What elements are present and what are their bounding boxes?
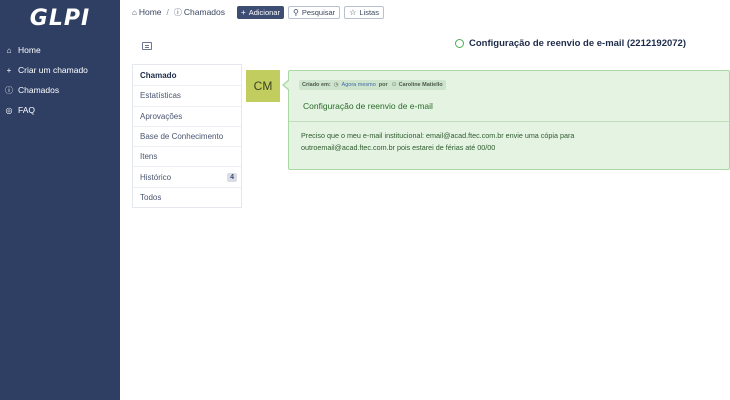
created-meta: Criado em: ◷ Agora mesmo por ⚇ Caroline …	[299, 80, 446, 90]
sidebar: GLPI ⌂ Home + Criar um chamado ⓘ Chamado…	[0, 0, 120, 400]
add-button[interactable]: + Adicionar	[237, 5, 284, 19]
breadcrumb-separator: /	[166, 7, 169, 17]
created-label: Criado em:	[302, 82, 331, 88]
info-circle-icon: ⓘ	[5, 85, 13, 95]
lists-button[interactable]: ☆ Listas	[344, 5, 384, 19]
search-icon: ⚲	[292, 7, 299, 17]
tab-label: Todos	[140, 192, 162, 202]
count-badge: 4	[227, 172, 237, 182]
user-icon: ⚇	[391, 82, 397, 88]
breadcrumb-home[interactable]: Home	[139, 7, 162, 17]
add-button-label: Adicionar	[248, 7, 280, 17]
clock-icon: ◷	[333, 82, 339, 88]
main-content: Configuração de reenvio de e-mail (22121…	[120, 24, 730, 400]
sidebar-item-label: Chamados	[18, 85, 60, 95]
search-button[interactable]: ⚲ Pesquisar	[287, 5, 341, 19]
sidebar-item-label: FAQ	[18, 105, 36, 115]
body-line: Preciso que o meu e-mail institucional: …	[301, 131, 575, 140]
followup-title: Configuração de reenvio de e-mail	[303, 101, 433, 111]
tab-todos[interactable]: Todos	[133, 186, 241, 207]
info-circle-icon: ⓘ	[173, 7, 182, 17]
lifebuoy-icon: ◎	[5, 105, 13, 115]
tab-label: Aprovações	[140, 111, 183, 121]
tab-label: Histórico	[140, 172, 172, 182]
toggle-panel-icon[interactable]	[142, 42, 152, 50]
plus-icon: +	[6, 65, 12, 75]
followup-body: Preciso que o meu e-mail institucional: …	[301, 130, 721, 154]
home-icon: ⌂	[132, 7, 137, 17]
lists-button-label: Listas	[359, 7, 379, 17]
created-when[interactable]: Agora mesmo	[342, 82, 376, 88]
avatar: CM	[246, 70, 280, 102]
breadcrumb: ⌂ Home / ⓘ Chamados	[132, 7, 225, 18]
ticket-tabs: Chamado Estatísticas Aprovações Base de …	[132, 64, 242, 209]
tab-estatisticas[interactable]: Estatísticas	[133, 85, 241, 105]
status-new-icon	[455, 39, 464, 48]
plus-icon: +	[241, 7, 246, 17]
tab-aprovacoes[interactable]: Aprovações	[133, 105, 241, 126]
search-button-label: Pesquisar	[301, 7, 336, 17]
author-name[interactable]: Caroline Matiello	[399, 82, 443, 88]
sidebar-item-home[interactable]: ⌂ Home	[0, 40, 120, 60]
top-bar: ⌂ Home / ⓘ Chamados + Adicionar ⚲ Pesqui…	[120, 0, 730, 24]
sidebar-item-chamados[interactable]: ⓘ Chamados	[0, 80, 120, 100]
tab-label: Chamado	[140, 70, 177, 80]
body-line: outroemail@acad.ftec.com.br pois estarei…	[301, 143, 496, 152]
sidebar-item-criar-chamado[interactable]: + Criar um chamado	[0, 60, 120, 80]
ticket-title: Configuração de reenvio de e-mail (22121…	[455, 38, 686, 49]
tab-base-conhecimento[interactable]: Base de Conhecimento	[133, 125, 241, 146]
ticket-header: Configuração de reenvio de e-mail (22121…	[120, 34, 730, 60]
star-icon: ☆	[349, 7, 357, 17]
breadcrumb-chamados[interactable]: Chamados	[184, 7, 225, 17]
tab-label: Base de Conhecimento	[140, 132, 224, 142]
tab-chamado[interactable]: Chamado	[133, 65, 241, 85]
tab-label: Estatísticas	[140, 91, 181, 101]
by-label: por	[378, 82, 388, 88]
sidebar-item-faq[interactable]: ◎ FAQ	[0, 100, 120, 120]
glpi-logo[interactable]: GLPI	[0, 0, 120, 36]
tab-itens[interactable]: Itens	[133, 146, 241, 166]
tab-historico[interactable]: Histórico 4	[133, 166, 241, 186]
home-icon: ⌂	[6, 45, 12, 55]
sidebar-item-label: Criar um chamado	[18, 65, 88, 75]
sidebar-menu: ⌂ Home + Criar um chamado ⓘ Chamados ◎ F…	[0, 40, 120, 120]
ticket-title-text: Configuração de reenvio de e-mail (22121…	[469, 38, 687, 49]
tab-label: Itens	[140, 152, 158, 162]
followup-card: Criado em: ◷ Agora mesmo por ⚇ Caroline …	[282, 70, 730, 170]
divider	[289, 121, 729, 122]
sidebar-item-label: Home	[18, 45, 41, 55]
